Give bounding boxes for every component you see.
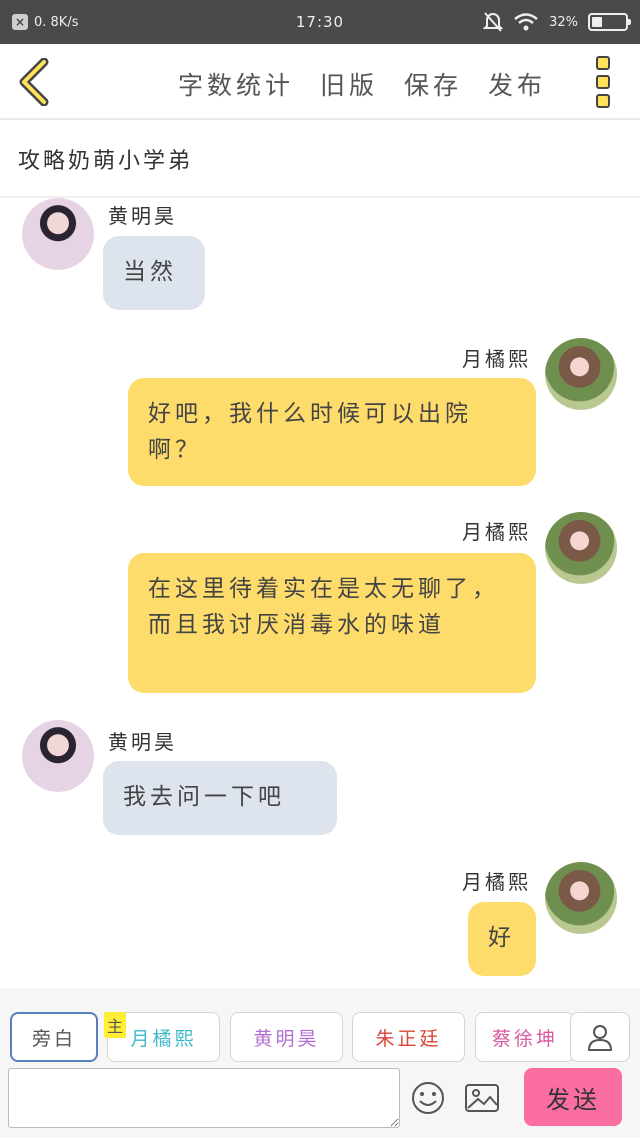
old-version-button[interactable]: 旧版 — [320, 66, 378, 102]
close-notification-icon: × — [12, 14, 28, 30]
sender-name: 月橘熙 — [462, 347, 531, 371]
chat-bubble[interactable]: 好吧，我什么时候可以出院啊？ — [128, 378, 536, 486]
wifi-icon — [514, 13, 538, 31]
avatar[interactable] — [22, 198, 94, 270]
send-button[interactable]: 发送 — [524, 1068, 622, 1126]
avatar[interactable] — [545, 862, 617, 934]
character-chip-huangminghao[interactable]: 黄明昊 — [230, 1012, 343, 1062]
character-chip-caixukun[interactable]: 蔡徐坤 — [475, 1012, 575, 1062]
smiley-icon — [412, 1082, 444, 1114]
sender-name: 月橘熙 — [462, 870, 531, 894]
clock: 17:30 — [295, 13, 345, 31]
character-chip-zhuzhengting[interactable]: 朱正廷 — [352, 1012, 465, 1062]
image-button[interactable] — [462, 1078, 502, 1118]
chat-bubble[interactable]: 好 — [468, 902, 536, 976]
chat-bubble[interactable]: 在这里待着实在是太无聊了，而且我讨厌消毒水的味道 — [128, 553, 536, 693]
chat-area[interactable]: 黄明昊 当然 月橘熙 好吧，我什么时候可以出院啊？ 月橘熙 在这里待着实在是太无… — [0, 198, 640, 988]
person-icon — [587, 1025, 613, 1051]
story-title[interactable]: 攻略奶萌小学弟 — [0, 122, 640, 198]
chat-bubble[interactable]: 我去问一下吧 — [103, 761, 337, 835]
avatar[interactable] — [22, 720, 94, 792]
avatar[interactable] — [545, 512, 617, 584]
sender-name: 黄明昊 — [108, 204, 177, 228]
image-icon — [465, 1084, 499, 1112]
publish-button[interactable]: 发布 — [488, 66, 546, 102]
word-count-button[interactable]: 字数统计 — [178, 66, 294, 102]
input-bar: 发送 — [0, 1064, 640, 1138]
network-speed: 0. 8K/s — [34, 14, 79, 30]
save-button[interactable]: 保存 — [404, 66, 462, 102]
add-character-button[interactable] — [570, 1012, 630, 1062]
character-chip-narrator[interactable]: 旁白 — [10, 1012, 98, 1062]
mute-bell-icon — [483, 12, 504, 32]
emoji-button[interactable] — [408, 1078, 448, 1118]
sender-name: 月橘熙 — [462, 520, 531, 544]
chat-bubble[interactable]: 当然 — [103, 236, 205, 310]
more-menu-icon[interactable] — [596, 56, 614, 108]
message-input[interactable] — [8, 1068, 400, 1128]
back-arrow-icon[interactable] — [16, 58, 52, 106]
sender-name: 黄明昊 — [108, 730, 177, 754]
status-bar: × 0. 8K/s 17:30 32% — [0, 0, 640, 44]
battery-icon — [588, 13, 631, 31]
protagonist-badge: 主 — [104, 1012, 126, 1038]
battery-percent: 32% — [549, 14, 578, 30]
editor-toolbar: 字数统计 旧版 保存 发布 — [0, 44, 640, 120]
avatar[interactable] — [545, 338, 617, 410]
